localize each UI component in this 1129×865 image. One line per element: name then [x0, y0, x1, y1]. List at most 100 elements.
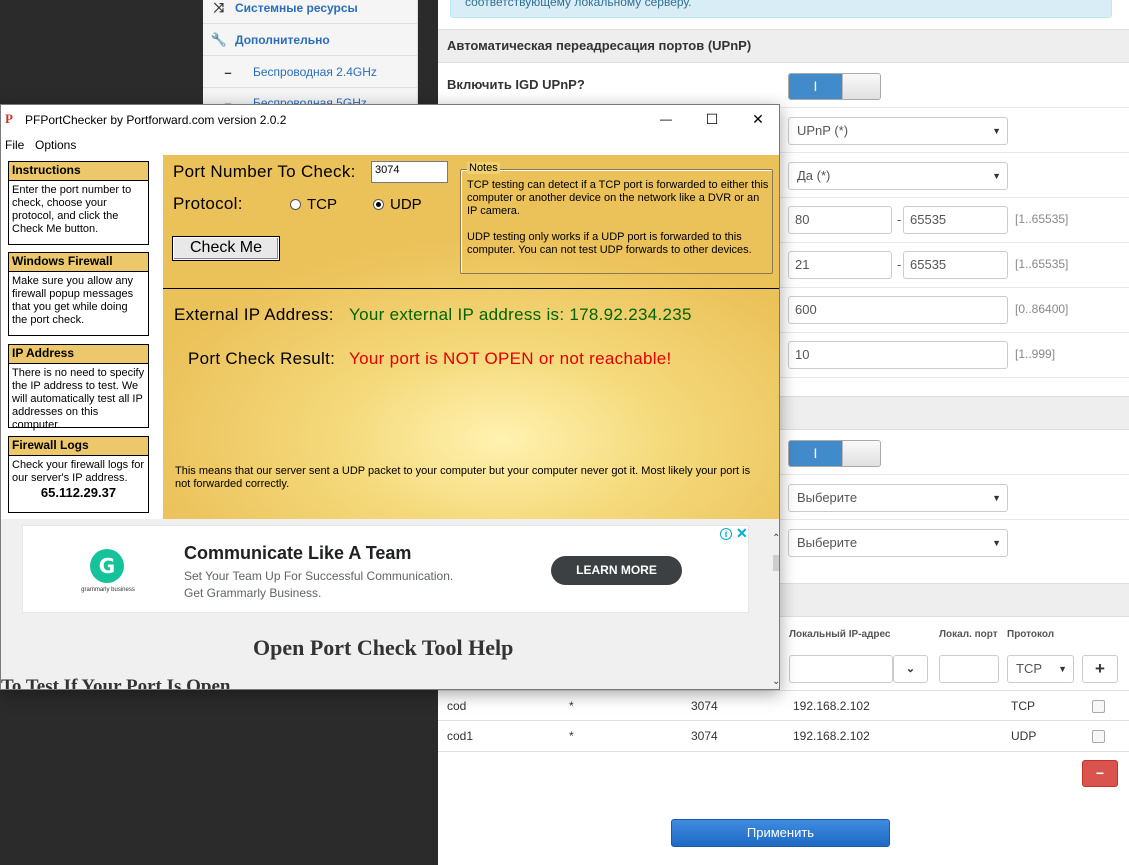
firewall-logs-title: Firewall Logs — [9, 437, 148, 456]
help-title: Open Port Check Tool Help — [253, 635, 514, 660]
upnp-enable-toggle[interactable]: I — [788, 73, 881, 100]
port-number-input[interactable]: 3074 — [371, 161, 448, 183]
new-protocol-value: TCP — [1016, 661, 1042, 676]
range-to-input[interactable]: 65535 — [903, 206, 1008, 234]
wrench-icon: 🔧 — [210, 32, 228, 47]
new-local-port-input[interactable] — [939, 655, 999, 683]
rule-source: * — [569, 699, 574, 713]
windows-firewall-box: Windows Firewall Make sure you allow any… — [8, 252, 149, 336]
windows-firewall-body: Make sure you allow any firewall popup m… — [12, 275, 134, 326]
nav-item-system-resources[interactable]: ⤨ Системные ресурсы — [203, 0, 418, 24]
port-check-result-label: Port Check Result: — [188, 349, 336, 368]
firewall-logs-body: Check your firewall logs for our server'… — [9, 456, 148, 501]
udp-radio-label[interactable]: UDP — [390, 196, 422, 213]
caret-down-icon: ▼ — [992, 126, 1001, 136]
new-protocol-select[interactable]: TCP ▼ — [1007, 655, 1074, 683]
range-hint: [1..65535] — [1015, 257, 1069, 271]
nav-subitem-wireless-24[interactable]: – Беспроводная 2.4GHz — [203, 57, 418, 88]
local-ip-dropdown-button[interactable]: ⌄ — [893, 655, 928, 683]
nav-item-advanced[interactable]: 🔧 Дополнительно — [203, 25, 418, 56]
notes-group: Notes TCP testing can detect if a TCP po… — [460, 162, 773, 274]
new-local-ip-input[interactable] — [789, 655, 893, 683]
ad-title[interactable]: Communicate Like A Team — [184, 543, 411, 564]
protocol-select-value: UPnP (*) — [797, 123, 849, 138]
rule-local-ip: 192.168.2.102 — [793, 729, 870, 743]
scrollbar-thumb[interactable] — [773, 555, 779, 571]
ad-info-icon[interactable]: i — [720, 528, 732, 540]
table-row: cod1 * 3074 192.168.2.102 UDP — [438, 721, 1129, 752]
minimize-button[interactable]: — — [643, 105, 689, 135]
menu-options[interactable]: Options — [35, 138, 76, 152]
nav-item-label: Дополнительно — [235, 33, 330, 47]
learn-more-button[interactable]: LEARN MORE — [551, 556, 682, 585]
rule-select-checkbox[interactable] — [1092, 700, 1105, 713]
ad-brand: grammarly business — [81, 587, 135, 593]
tcp-radio[interactable] — [290, 199, 301, 210]
choose-select-value: Выберите — [797, 535, 858, 550]
pfportchecker-window: P PFPortChecker by Portforward.com versi… — [0, 104, 780, 690]
protocol-select[interactable]: UPnP (*) ▼ — [788, 117, 1008, 145]
dash-icon: – — [224, 64, 232, 80]
timeout-hint: [0..86400] — [1015, 302, 1069, 316]
maximize-button[interactable]: ☐ — [689, 105, 735, 135]
check-me-button[interactable]: Check Me — [172, 236, 280, 261]
menu-bar: File Options — [1, 135, 779, 155]
ad-close-icon[interactable]: ✕ — [736, 525, 748, 542]
window-titlebar[interactable]: P PFPortChecker by Portforward.com versi… — [1, 105, 779, 135]
udp-radio[interactable] — [373, 199, 384, 210]
notes-udp: UDP testing only works if a UDP port is … — [467, 231, 752, 256]
range-from-input[interactable]: 80 — [788, 206, 892, 234]
delete-rule-button[interactable]: − — [1082, 760, 1118, 787]
tcp-radio-label[interactable]: TCP — [307, 196, 337, 213]
add-rule-button[interactable]: + — [1082, 655, 1118, 683]
upnp-section-header: Автоматическая переадресация портов (UPn… — [438, 29, 1129, 63]
checker-client-area: Instructions Enter the port number to ch… — [1, 155, 779, 519]
protocol-label: Protocol: — [173, 194, 243, 213]
info-alert: соответствующему локальному серверу. — [450, 0, 1112, 18]
instructions-box: Instructions Enter the port number to ch… — [8, 161, 149, 245]
server-ip: 65.112.29.37 — [40, 485, 117, 500]
range-from-input[interactable]: 21 — [788, 251, 892, 279]
toggle-knob[interactable] — [842, 441, 880, 466]
timeout-input[interactable]: 600 — [788, 296, 1008, 324]
scroll-down-arrow-icon[interactable]: ⌄ — [772, 676, 779, 687]
scroll-up-arrow-icon[interactable]: ⌃ — [772, 533, 779, 544]
rule-port: 3074 — [691, 729, 718, 743]
choose-select-2[interactable]: Выберите ▼ — [788, 529, 1008, 557]
external-ip-value: Your external IP address is: 178.92.234.… — [349, 305, 692, 324]
chevron-down-icon: ⌄ — [905, 663, 916, 675]
router-sidebar: ⤨ Системные ресурсы 🔧 Дополнительно – Бе… — [203, 0, 418, 119]
ad-line-2: Get Grammarly Business. — [184, 586, 322, 600]
choose-select-value: Выберите — [797, 490, 858, 505]
nav-subitem-label: Беспроводная 2.4GHz — [253, 65, 377, 79]
menu-file[interactable]: File — [5, 138, 24, 152]
count-input[interactable]: 10 — [788, 341, 1008, 369]
toggle-on-indicator: I — [789, 441, 842, 466]
windows-firewall-title: Windows Firewall — [9, 253, 148, 272]
yes-select[interactable]: Да (*) ▼ — [788, 162, 1008, 190]
ad-banner[interactable]: G grammarly business Communicate Like A … — [22, 525, 749, 613]
close-button[interactable]: ✕ — [735, 105, 779, 135]
caret-down-icon: ▼ — [1058, 664, 1067, 674]
range-dash: - — [897, 212, 902, 227]
result-explanation: This means that our server sent a UDP pa… — [175, 465, 751, 490]
apply-button[interactable]: Применить — [671, 819, 890, 847]
rule-protocol: UDP — [1011, 729, 1037, 743]
col-header-local-ip: Локальный IP-адрес — [789, 629, 891, 640]
check-panel: Port Number To Check: 3074 Protocol: TCP… — [163, 155, 779, 519]
toggle-knob[interactable] — [842, 74, 880, 99]
enable-toggle-2[interactable]: I — [788, 440, 881, 467]
rule-select-checkbox[interactable] — [1092, 730, 1105, 743]
rule-name: cod — [447, 699, 467, 713]
table-row: cod * 3074 192.168.2.102 TCP — [438, 690, 1129, 721]
instructions-body: Enter the port number to check, choose y… — [12, 184, 132, 235]
notes-tcp: TCP testing can detect if a TCP port is … — [467, 179, 769, 217]
notes-body: TCP testing can detect if a TCP port is … — [467, 179, 771, 270]
rule-name: cod1 — [447, 729, 474, 743]
port-number-label: Port Number To Check: — [173, 162, 356, 181]
window-title: PFPortChecker by Portforward.com version… — [25, 113, 287, 127]
range-to-input[interactable]: 65535 — [903, 251, 1008, 279]
rule-source: * — [569, 729, 574, 743]
choose-select-1[interactable]: Выберите ▼ — [788, 484, 1008, 512]
firewall-logs-text: Check your firewall logs for our server'… — [12, 459, 145, 484]
